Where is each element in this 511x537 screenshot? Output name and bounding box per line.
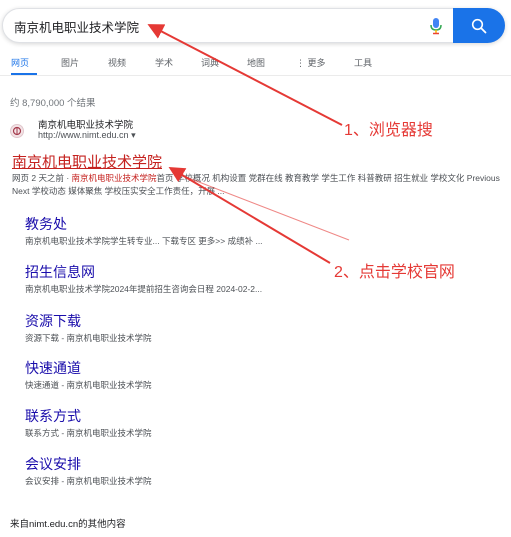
annotation-arrow-1 <box>147 24 343 126</box>
annotation-step-1: 1、浏览器搜 <box>344 122 433 139</box>
annotation-arrow-2-shadow <box>172 171 350 241</box>
annotation-step-2: 2、点击学校官网 <box>334 264 455 281</box>
annotation-arrow-2 <box>168 166 331 264</box>
